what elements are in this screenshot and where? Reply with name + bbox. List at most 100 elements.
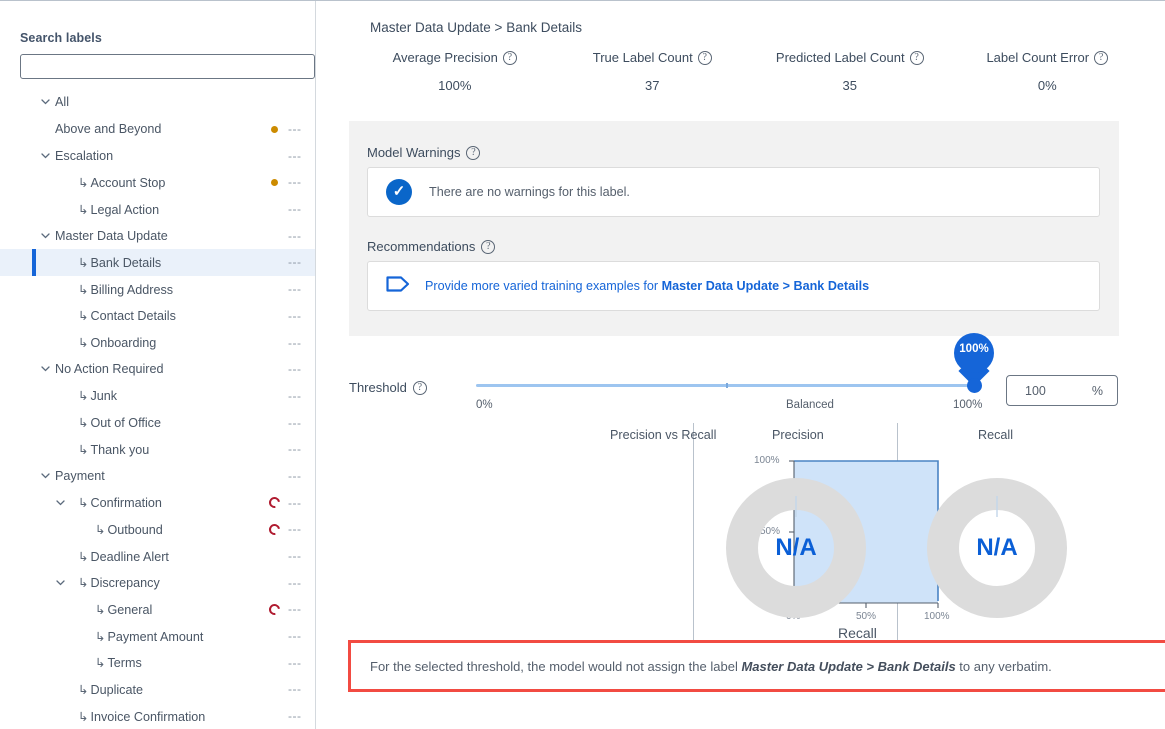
tree-item-label: ↳Confirmation (78, 495, 162, 510)
tree-item-legal-action[interactable]: ↳Legal Action--- (0, 196, 316, 223)
tree-item-text: Out of Office (90, 416, 160, 430)
tree-item-metric: --- (288, 577, 302, 589)
tree-item-text: Outbound (107, 523, 162, 537)
metric-header: Predicted Label Count? (776, 50, 924, 65)
slider-midpoint-tick (726, 383, 728, 388)
main-content: Master Data Update > Bank Details Averag… (316, 1, 1165, 729)
tree-item-metric: --- (288, 310, 302, 322)
tree-item-billing-address[interactable]: ↳Billing Address--- (0, 276, 316, 303)
slider-min-label: 0% (476, 399, 493, 411)
tree-item-duplicate[interactable]: ↳Duplicate--- (0, 676, 316, 703)
search-input[interactable] (20, 54, 315, 79)
help-icon[interactable]: ? (466, 146, 480, 160)
tree-item-discrepancy[interactable]: ↳Discrepancy--- (0, 569, 316, 596)
search-labels-title: Search labels (20, 31, 102, 45)
chevron-down-icon[interactable] (55, 577, 67, 589)
tree-item-text: General (107, 603, 152, 617)
help-icon[interactable]: ? (910, 51, 924, 65)
tree-item-master-data-update[interactable]: Master Data Update--- (0, 222, 316, 249)
tree-item-above-and-beyond[interactable]: Above and Beyond --- (0, 116, 316, 143)
tree-item-junk[interactable]: ↳Junk--- (0, 383, 316, 410)
threshold-input[interactable] (1023, 383, 1083, 399)
tree-item-metric: --- (288, 710, 302, 722)
tree-item-text: All (55, 95, 69, 109)
metric-label: Predicted Label Count (776, 50, 905, 65)
tree-item-label: ↳Duplicate (78, 682, 143, 697)
tree-item-metric: --- (288, 497, 302, 509)
tree-item-label: ↳Onboarding (78, 335, 156, 350)
threshold-input-box[interactable]: % (1006, 375, 1118, 406)
tree-item-text: Deadline Alert (90, 550, 168, 564)
help-icon[interactable]: ? (503, 51, 517, 65)
tree-item-escalation[interactable]: Escalation--- (0, 142, 316, 169)
tree-item-all[interactable]: All (0, 89, 316, 116)
tree-item-text: Master Data Update (55, 229, 168, 243)
model-warnings-title: Model Warnings ? (367, 145, 480, 160)
tree-item-label: Above and Beyond (55, 122, 161, 136)
tree-item-confirmation[interactable]: ↳Confirmation --- (0, 489, 316, 516)
tree-item-deadline-alert[interactable]: ↳Deadline Alert--- (0, 543, 316, 570)
tree-item-onboarding[interactable]: ↳Onboarding--- (0, 329, 316, 356)
chevron-down-icon[interactable] (40, 363, 52, 375)
recommendation-link[interactable]: Provide more varied training examples fo… (425, 279, 869, 293)
y-tick-100: 100% (754, 455, 780, 466)
chevron-down-icon[interactable] (40, 150, 52, 162)
chevron-down-icon[interactable] (40, 230, 52, 242)
tree-item-text: Bank Details (90, 256, 161, 270)
metric-header: Label Count Error? (986, 50, 1108, 65)
metric-label-count-error: Label Count Error?0% (949, 49, 1147, 93)
app-root: Search labels All Above and Beyond --- Esca… (0, 0, 1165, 729)
tree-item-outbound[interactable]: ↳Outbound--- (0, 516, 316, 543)
tree-item-invoice-confirmation[interactable]: ↳Invoice Confirmation --- (0, 703, 316, 729)
help-icon[interactable]: ? (1094, 51, 1108, 65)
x-axis-title: Recall (838, 625, 877, 641)
pin-value: 100% (954, 343, 994, 355)
subitem-arrow-icon: ↳ (95, 629, 105, 644)
tree-item-terms[interactable]: ↳Terms--- (0, 649, 316, 676)
metric-label: True Label Count (593, 50, 693, 65)
tree-item-metric: --- (288, 203, 302, 215)
tree-item-label: ↳Terms (95, 655, 142, 670)
status-dot-icon (271, 179, 278, 186)
tree-item-out-of-office[interactable]: ↳Out of Office--- (0, 409, 316, 436)
tree-item-metric: --- (288, 176, 302, 188)
tree-item-label: ↳Deadline Alert (78, 549, 169, 564)
tree-item-label: ↳Bank Details (78, 255, 161, 270)
tree-item-label: ↳Outbound (95, 522, 163, 537)
threshold-notice-text: For the selected threshold, the model wo… (370, 659, 1052, 674)
slider-handle[interactable] (967, 378, 982, 393)
help-icon[interactable]: ? (481, 240, 495, 254)
slider-value-pin: 100% (954, 333, 994, 379)
tree-item-contact-details[interactable]: ↳Contact Details--- (0, 303, 316, 330)
help-icon[interactable]: ? (413, 381, 427, 395)
tree-item-metric: --- (288, 123, 302, 135)
tree-item-metric: --- (288, 390, 302, 402)
chart-divider (693, 423, 694, 641)
tree-item-bank-details[interactable]: ↳Bank Details--- (0, 249, 316, 276)
threshold-slider[interactable]: 100% (476, 379, 976, 393)
tree-item-payment[interactable]: Payment--- (0, 463, 316, 490)
help-icon[interactable]: ? (698, 51, 712, 65)
tree-item-account-stop[interactable]: ↳Account Stop--- (0, 169, 316, 196)
subitem-arrow-icon: ↳ (78, 175, 88, 190)
tree-item-text: Confirmation (90, 496, 161, 510)
tree-item-label: ↳Invoice Confirmation (78, 709, 205, 724)
chevron-down-icon[interactable] (40, 470, 52, 482)
tree-item-text: Above and Beyond (55, 122, 161, 136)
subitem-arrow-icon: ↳ (95, 655, 105, 670)
tree-item-general[interactable]: ↳General--- (0, 596, 316, 623)
chevron-down-icon[interactable] (40, 96, 52, 108)
tree-item-label: No Action Required (55, 362, 164, 376)
tree-item-thank-you[interactable]: ↳Thank you--- (0, 436, 316, 463)
subitem-arrow-icon: ↳ (78, 202, 88, 217)
tag-icon (386, 275, 410, 298)
tree-item-no-action-required[interactable]: No Action Required--- (0, 356, 316, 383)
metric-header: True Label Count? (593, 50, 712, 65)
tree-item-label: ↳Payment Amount (95, 629, 203, 644)
recommendations-card: Provide more varied training examples fo… (367, 261, 1100, 311)
tree-item-payment-amount[interactable]: ↳Payment Amount--- (0, 623, 316, 650)
chevron-down-icon[interactable] (55, 497, 67, 509)
warnings-recommendations-panel: Model Warnings ? ✓ There are no warnings… (349, 121, 1119, 336)
status-dot-icon (271, 126, 278, 133)
subitem-arrow-icon: ↳ (78, 388, 88, 403)
